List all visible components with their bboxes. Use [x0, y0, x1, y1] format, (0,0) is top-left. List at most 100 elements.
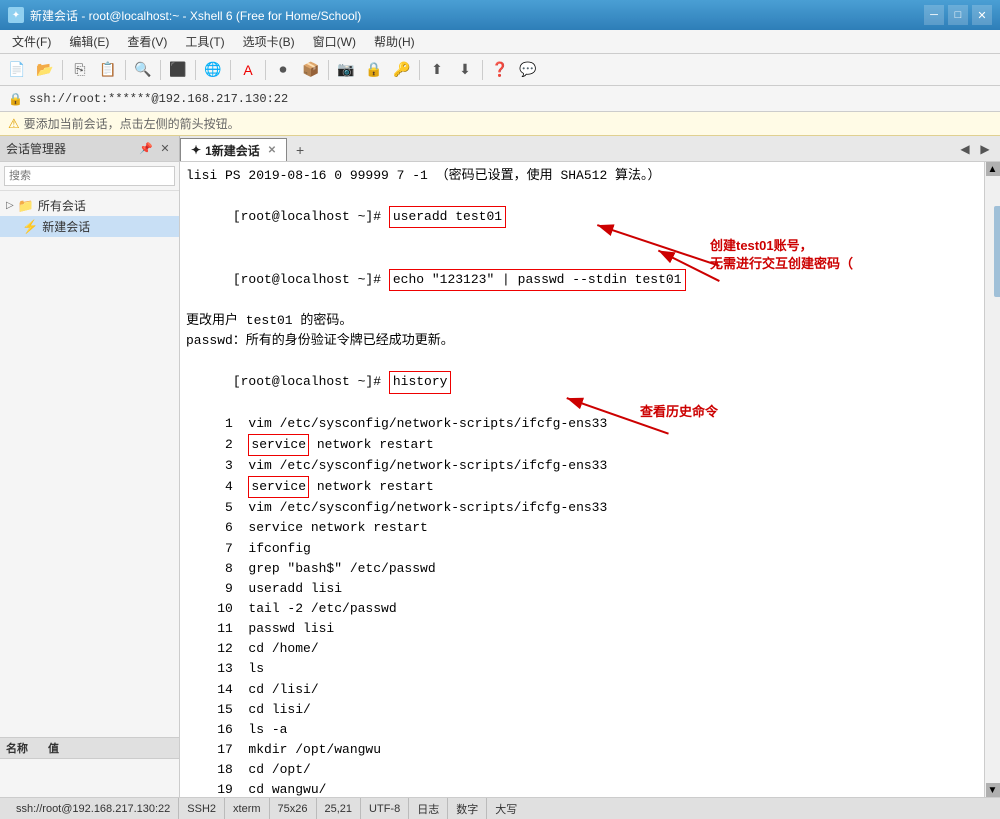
title-bar-left: ✦ 新建会话 - root@localhost:~ - Xshell 6 (Fr… — [8, 7, 361, 24]
scroll-down-btn[interactable]: ▼ — [986, 783, 1000, 797]
tree-node-new-session[interactable]: ⚡ 新建会话 — [0, 216, 179, 237]
address-bar: 🔒 ssh://root:******@192.168.217.130:22 — [0, 86, 1000, 112]
prompt-2: [root@localhost ~]# — [233, 209, 389, 224]
service-2: service — [248, 476, 309, 498]
find-button[interactable]: 🔍 — [130, 58, 156, 82]
warning-icon: ⚠ — [8, 116, 20, 132]
menu-tabs[interactable]: 选项卡(B) — [235, 31, 303, 52]
status-num-text: 数字 — [456, 801, 478, 817]
session-panel-pin[interactable]: 📌 — [138, 141, 154, 157]
window-controls[interactable]: ─ □ ✕ — [924, 5, 992, 25]
session-panel-icons: 📌 ✕ — [138, 141, 173, 157]
terminal-line-23: 17 mkdir /opt/wangwu — [186, 740, 978, 760]
status-log-text: 日志 — [417, 801, 439, 817]
terminal-button[interactable]: ⬛ — [165, 58, 191, 82]
color-button[interactable]: A — [235, 58, 261, 82]
search-input[interactable] — [4, 166, 175, 186]
tab-add-button[interactable]: + — [289, 138, 311, 161]
minimize-button[interactable]: ─ — [924, 5, 944, 25]
tree-expand-icon: ▷ — [6, 200, 14, 211]
terminal-line-19: 13 ls — [186, 659, 978, 679]
tab-new-session[interactable]: ✦ 1新建会话 ✕ — [180, 138, 287, 161]
terminal-line-21: 15 cd lisi/ — [186, 700, 978, 720]
terminal-line-5: passwd：所有的身份验证令牌已经成功更新。 — [186, 331, 978, 351]
tree-node-session-label: 新建会话 — [42, 218, 90, 235]
status-caps: 大写 — [487, 798, 525, 819]
menu-help[interactable]: 帮助(H) — [366, 31, 423, 52]
status-num: 数字 — [448, 798, 487, 819]
tab-nav-next[interactable]: ▶ — [976, 140, 994, 158]
open-button[interactable]: 📂 — [32, 58, 58, 82]
history-cmd: history — [389, 371, 452, 393]
close-button[interactable]: ✕ — [972, 5, 992, 25]
menu-window[interactable]: 窗口(W) — [305, 31, 364, 52]
copy-button[interactable]: ⎘ — [67, 58, 93, 82]
app-icon: ✦ — [8, 7, 24, 23]
toolbar: 📄 📂 ⎘ 📋 🔍 ⬛ 🌐 A ⏺ 📦 📷 🔒 🔑 ⬆ ⬇ ❓ 💬 — [0, 54, 1000, 86]
lock-button[interactable]: 🔒 — [361, 58, 387, 82]
scroll-thumb[interactable] — [994, 206, 1000, 297]
session-panel-title: 会话管理器 — [6, 140, 66, 157]
toolbar-sep-4 — [195, 60, 196, 80]
session-icon: ⚡ — [22, 219, 38, 235]
annotation-view-history: 查看历史命令 — [640, 402, 718, 422]
session-panel-close[interactable]: ✕ — [157, 141, 173, 157]
toolbar-sep-7 — [328, 60, 329, 80]
menu-tools[interactable]: 工具(T) — [177, 31, 232, 52]
window-title: 新建会话 - root@localhost:~ - Xshell 6 (Free… — [30, 7, 361, 24]
terminal-line-18: 12 cd /home/ — [186, 639, 978, 659]
sidebar-search — [0, 162, 179, 191]
terminal-line-20: 14 cd /lisi/ — [186, 680, 978, 700]
new-session-button[interactable]: 📄 — [4, 58, 30, 82]
address-text: ssh://root:******@192.168.217.130:22 — [29, 92, 288, 106]
terminal-line-9: 3 vim /etc/sysconfig/network-scripts/ifc… — [186, 456, 978, 476]
menu-view[interactable]: 查看(V) — [119, 31, 175, 52]
status-ssh: ssh://root@192.168.217.130:22 — [8, 798, 179, 819]
tab-close-button[interactable]: ✕ — [268, 145, 276, 156]
terminal-area[interactable]: lisi PS 2019-08-16 0 99999 7 -1 （密码已设置，使… — [180, 162, 984, 797]
globe-button[interactable]: 🌐 — [200, 58, 226, 82]
menu-file[interactable]: 文件(F) — [4, 31, 59, 52]
status-cursor: 25,21 — [317, 798, 362, 819]
property-header: 名称 值 — [0, 738, 179, 759]
status-size-text: 75x26 — [278, 803, 308, 815]
terminal-line-4: 更改用户 test01 的密码。 — [186, 311, 978, 331]
terminal-line-3: [root@localhost ~]# echo "123123" | pass… — [186, 249, 978, 311]
toolbar-sep-6 — [265, 60, 266, 80]
tab-session-row: 会话管理器 📌 ✕ ✦ 1新建会话 ✕ + ◀ ▶ — [0, 136, 1000, 162]
terminal-line-24: 18 cd /opt/ — [186, 760, 978, 780]
scrollbar-right[interactable]: ▲ ▼ — [984, 162, 1000, 797]
notification-bar: ⚠ 要添加当前会话，点击左侧的箭头按钮。 — [0, 112, 1000, 136]
session-panel-header: 会话管理器 📌 ✕ — [0, 136, 180, 161]
terminal-line-17: 11 passwd lisi — [186, 619, 978, 639]
paste-button[interactable]: 📋 — [95, 58, 121, 82]
prompt-3: [root@localhost ~]# — [233, 272, 389, 287]
download-button[interactable]: ⬇ — [452, 58, 478, 82]
status-cursor-text: 25,21 — [325, 803, 353, 815]
status-encoding: UTF-8 — [361, 798, 409, 819]
status-ssh-text: ssh://root@192.168.217.130:22 — [16, 803, 170, 815]
menu-edit[interactable]: 编辑(E) — [61, 31, 117, 52]
notification-text: 要添加当前会话，点击左侧的箭头按钮。 — [24, 115, 240, 132]
scroll-up-btn[interactable]: ▲ — [986, 162, 1000, 176]
tab-nav-prev[interactable]: ◀ — [956, 140, 974, 158]
status-term: xterm — [225, 798, 270, 819]
sidebar-tree: ▷ 📁 所有会话 ⚡ 新建会话 — [0, 191, 179, 737]
prop-col-value: 值 — [48, 740, 59, 756]
screenshot-button[interactable]: 📷 — [333, 58, 359, 82]
annotation-create-account: 创建test01账号，无需进行交互创建密码（ — [710, 237, 853, 273]
prop-col-name: 名称 — [6, 740, 28, 756]
maximize-button[interactable]: □ — [948, 5, 968, 25]
status-caps-text: 大写 — [495, 801, 517, 817]
tree-node-all-sessions[interactable]: ▷ 📁 所有会话 — [0, 195, 179, 216]
service-1: service — [248, 434, 309, 456]
help-button[interactable]: ❓ — [487, 58, 513, 82]
key-button[interactable]: 🔑 — [389, 58, 415, 82]
transfer-button[interactable]: 📦 — [298, 58, 324, 82]
toolbar-sep-1 — [62, 60, 63, 80]
upload-button[interactable]: ⬆ — [424, 58, 450, 82]
folder-icon: 📁 — [18, 198, 34, 214]
record-button[interactable]: ⏺ — [270, 58, 296, 82]
comment-button[interactable]: 💬 — [515, 58, 541, 82]
toolbar-sep-3 — [160, 60, 161, 80]
